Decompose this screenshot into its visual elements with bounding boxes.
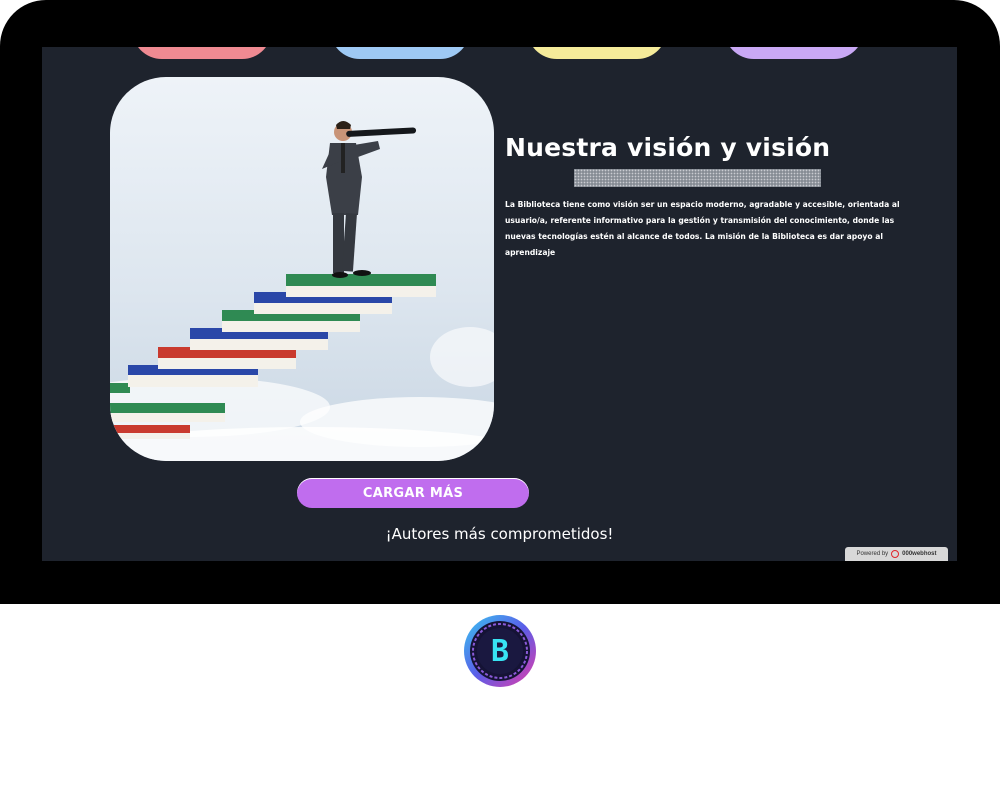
badge-letter: B xyxy=(491,634,509,669)
monitor-frame: Nuestra visión y visión La Biblioteca ti… xyxy=(0,0,1000,604)
category-tab-red[interactable] xyxy=(132,47,272,59)
category-tab-blue[interactable] xyxy=(330,47,470,59)
category-tab-yellow[interactable] xyxy=(527,47,667,59)
website-viewport: Nuestra visión y visión La Biblioteca ti… xyxy=(42,47,957,561)
site-logo-badge: B xyxy=(464,615,536,687)
category-tab-purple[interactable] xyxy=(724,47,864,59)
vision-image xyxy=(110,77,494,461)
vision-description: La Biblioteca tiene como visión ser un e… xyxy=(505,200,900,257)
powered-by-host: 000webhost xyxy=(902,551,937,557)
vision-title: Nuestra visión y visión xyxy=(505,133,831,162)
webhost-logo-icon xyxy=(891,550,900,558)
title-divider xyxy=(574,169,821,187)
load-more-button[interactable]: CARGAR MÁS xyxy=(297,478,529,508)
authors-heading: ¡Autores más comprometidos! xyxy=(385,525,614,543)
man-with-telescope-on-book-stairs-image xyxy=(110,121,494,461)
powered-by-badge[interactable]: Powered by 000webhost xyxy=(845,547,948,561)
powered-by-label: Powered by xyxy=(856,551,889,557)
